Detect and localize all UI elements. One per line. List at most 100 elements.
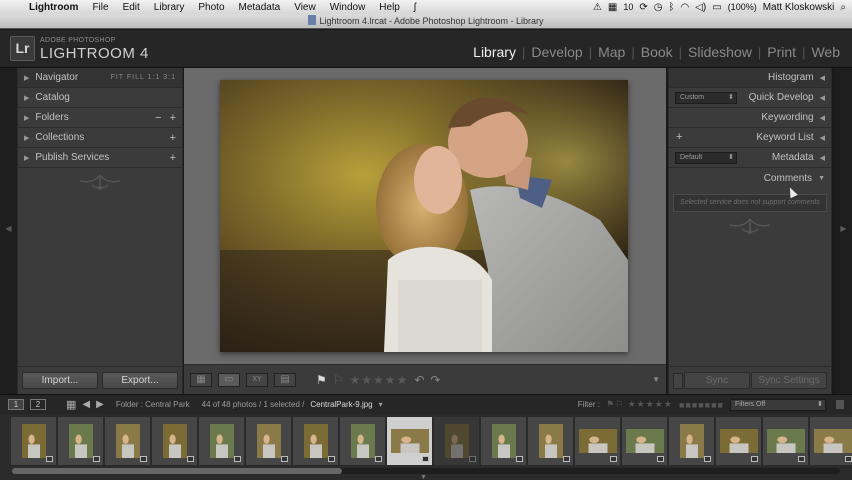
thumbnail-image xyxy=(68,424,93,458)
main-window-button[interactable]: 1 xyxy=(8,399,24,410)
sync-icon[interactable]: ⟳ xyxy=(639,2,647,13)
sync-toggle-switch[interactable] xyxy=(673,372,683,389)
forward-arrow-icon[interactable]: ▶ xyxy=(96,399,104,410)
keyword-list-panel-header[interactable]: + Keyword List ◀ xyxy=(669,128,831,148)
calendar-icon[interactable]: ▦ xyxy=(608,2,617,13)
module-book[interactable]: Book xyxy=(639,44,675,60)
bluetooth-icon[interactable]: ᛒ xyxy=(668,2,674,13)
rotate-left-icon[interactable]: ↶ xyxy=(414,373,424,387)
filmstrip-thumbnail[interactable] xyxy=(104,416,151,466)
module-develop[interactable]: Develop xyxy=(529,44,584,60)
menu-window[interactable]: Window xyxy=(323,2,373,13)
menu-edit[interactable]: Edit xyxy=(116,2,147,13)
compare-view-button[interactable]: XY xyxy=(246,372,268,387)
filmstrip-thumbnail[interactable] xyxy=(57,416,104,466)
star-rating[interactable]: ★★★★★ xyxy=(350,373,409,387)
metadata-preset-select[interactable]: Default xyxy=(675,152,737,164)
sync-button[interactable]: Sync xyxy=(684,372,750,389)
selected-filename[interactable]: CentralPark-9.jpg xyxy=(310,400,372,409)
filmstrip-thumbnail[interactable] xyxy=(527,416,574,466)
warning-icon[interactable]: ⚠ xyxy=(593,2,602,13)
module-print[interactable]: Print xyxy=(765,44,798,60)
menu-app-name[interactable]: Lightroom xyxy=(22,2,85,13)
filter-color-icons[interactable]: ■■■■■■■ xyxy=(679,400,724,410)
metadata-panel-header[interactable]: Default Metadata ◀ xyxy=(669,148,831,168)
filmstrip-scroll-thumb[interactable] xyxy=(12,468,342,474)
add-publish-service-icon[interactable]: + xyxy=(170,152,176,164)
filmstrip-thumbnail[interactable] xyxy=(762,416,809,466)
filmstrip-thumbnail[interactable] xyxy=(715,416,762,466)
bottom-panel-toggle-icon[interactable]: ▼ xyxy=(420,474,427,480)
secondary-window-button[interactable]: 2 xyxy=(30,399,46,410)
filmstrip-thumbnail[interactable] xyxy=(245,416,292,466)
filmstrip-thumbnail[interactable] xyxy=(386,416,433,466)
module-slideshow[interactable]: Slideshow xyxy=(686,44,754,60)
left-panel-toggle[interactable]: ◀ xyxy=(0,68,17,394)
collections-panel-header[interactable]: ▶ Collections + xyxy=(18,128,182,148)
filmstrip-thumbnail[interactable] xyxy=(292,416,339,466)
main-photo[interactable] xyxy=(220,80,628,352)
rotate-right-icon[interactable]: ↷ xyxy=(430,373,440,387)
toolbar-menu-icon[interactable]: ▼ xyxy=(652,375,660,384)
survey-view-button[interactable]: ▤ xyxy=(274,372,296,387)
module-web[interactable]: Web xyxy=(809,44,842,60)
module-library[interactable]: Library xyxy=(471,44,518,60)
wifi-icon[interactable]: ◠ xyxy=(680,2,689,13)
filter-preset-select[interactable]: Filters Off xyxy=(730,398,826,411)
thumbnail-badge-icon xyxy=(563,456,570,462)
filmstrip-thumbnail[interactable] xyxy=(10,416,57,466)
back-arrow-icon[interactable]: ◀ xyxy=(82,399,90,410)
navigator-zoom-options[interactable]: FIT FILL 1:1 3:1 xyxy=(111,74,176,81)
loupe-view-button[interactable]: ▭ xyxy=(218,372,240,387)
filmstrip-thumbnail[interactable] xyxy=(198,416,245,466)
folders-panel-header[interactable]: ▶ Folders − + xyxy=(18,108,182,128)
battery-icon[interactable]: ▭ xyxy=(712,2,721,13)
folder-source[interactable]: Folder : Central Park xyxy=(116,400,190,409)
quick-develop-panel-header[interactable]: Custom Quick Develop ◀ xyxy=(669,88,831,108)
filmstrip-thumbnail[interactable] xyxy=(574,416,621,466)
publish-services-panel-header[interactable]: ▶ Publish Services + xyxy=(18,148,182,168)
menu-view[interactable]: View xyxy=(287,2,323,13)
filename-dropdown-icon[interactable]: ▾ xyxy=(379,400,383,409)
add-collection-icon[interactable]: + xyxy=(170,132,176,144)
menu-file[interactable]: File xyxy=(85,2,115,13)
user-name[interactable]: Matt Kloskowski xyxy=(763,2,835,13)
grid-icon[interactable]: ▦ xyxy=(66,398,76,411)
filmstrip-thumbnail[interactable] xyxy=(433,416,480,466)
comments-panel-header[interactable]: Comments ▼ xyxy=(669,168,831,188)
catalog-panel-header[interactable]: ▶ Catalog xyxy=(18,88,182,108)
filter-lock-icon[interactable] xyxy=(836,400,844,409)
script-icon[interactable]: ʃ xyxy=(407,2,423,13)
flag-pick-icon[interactable]: ⚑ xyxy=(316,373,327,387)
filmstrip-thumbnail[interactable] xyxy=(151,416,198,466)
badge-count[interactable]: 10 xyxy=(623,2,633,12)
histogram-panel-header[interactable]: Histogram ◀ xyxy=(669,68,831,88)
filmstrip-thumbnail[interactable] xyxy=(480,416,527,466)
flag-reject-icon[interactable]: ⚐ xyxy=(333,373,344,387)
module-map[interactable]: Map xyxy=(596,44,627,60)
keywording-panel-header[interactable]: Keywording ◀ xyxy=(669,108,831,128)
volume-icon[interactable]: ◁) xyxy=(695,2,706,13)
filmstrip-thumbnail[interactable] xyxy=(339,416,386,466)
add-folder-icon[interactable]: + xyxy=(170,112,176,124)
thumbnail-image xyxy=(350,424,375,458)
right-panel-toggle[interactable]: ▶ xyxy=(835,68,852,394)
filmstrip-thumbnail[interactable] xyxy=(809,416,852,466)
grid-view-button[interactable]: ▦ xyxy=(190,372,212,387)
export-button[interactable]: Export... xyxy=(102,372,178,389)
menu-metadata[interactable]: Metadata xyxy=(232,2,288,13)
time-machine-icon[interactable]: ◷ xyxy=(654,2,663,13)
spotlight-search-icon[interactable]: ⌕ xyxy=(840,2,846,13)
navigator-panel-header[interactable]: ▶ Navigator FIT FILL 1:1 3:1 xyxy=(18,68,182,88)
remove-folder-icon[interactable]: − xyxy=(155,112,161,124)
menu-photo[interactable]: Photo xyxy=(191,2,231,13)
filmstrip-thumbnail[interactable] xyxy=(668,416,715,466)
sync-settings-button[interactable]: Sync Settings xyxy=(751,372,827,389)
add-keyword-icon[interactable]: + xyxy=(676,131,682,143)
menu-library[interactable]: Library xyxy=(147,2,192,13)
menu-help[interactable]: Help xyxy=(372,2,407,13)
filter-flag-icons[interactable]: ⚑⚐ ★★★★★ xyxy=(606,399,673,410)
filmstrip-thumbnail[interactable] xyxy=(621,416,668,466)
quick-develop-preset-select[interactable]: Custom xyxy=(675,92,737,104)
import-button[interactable]: Import... xyxy=(22,372,98,389)
